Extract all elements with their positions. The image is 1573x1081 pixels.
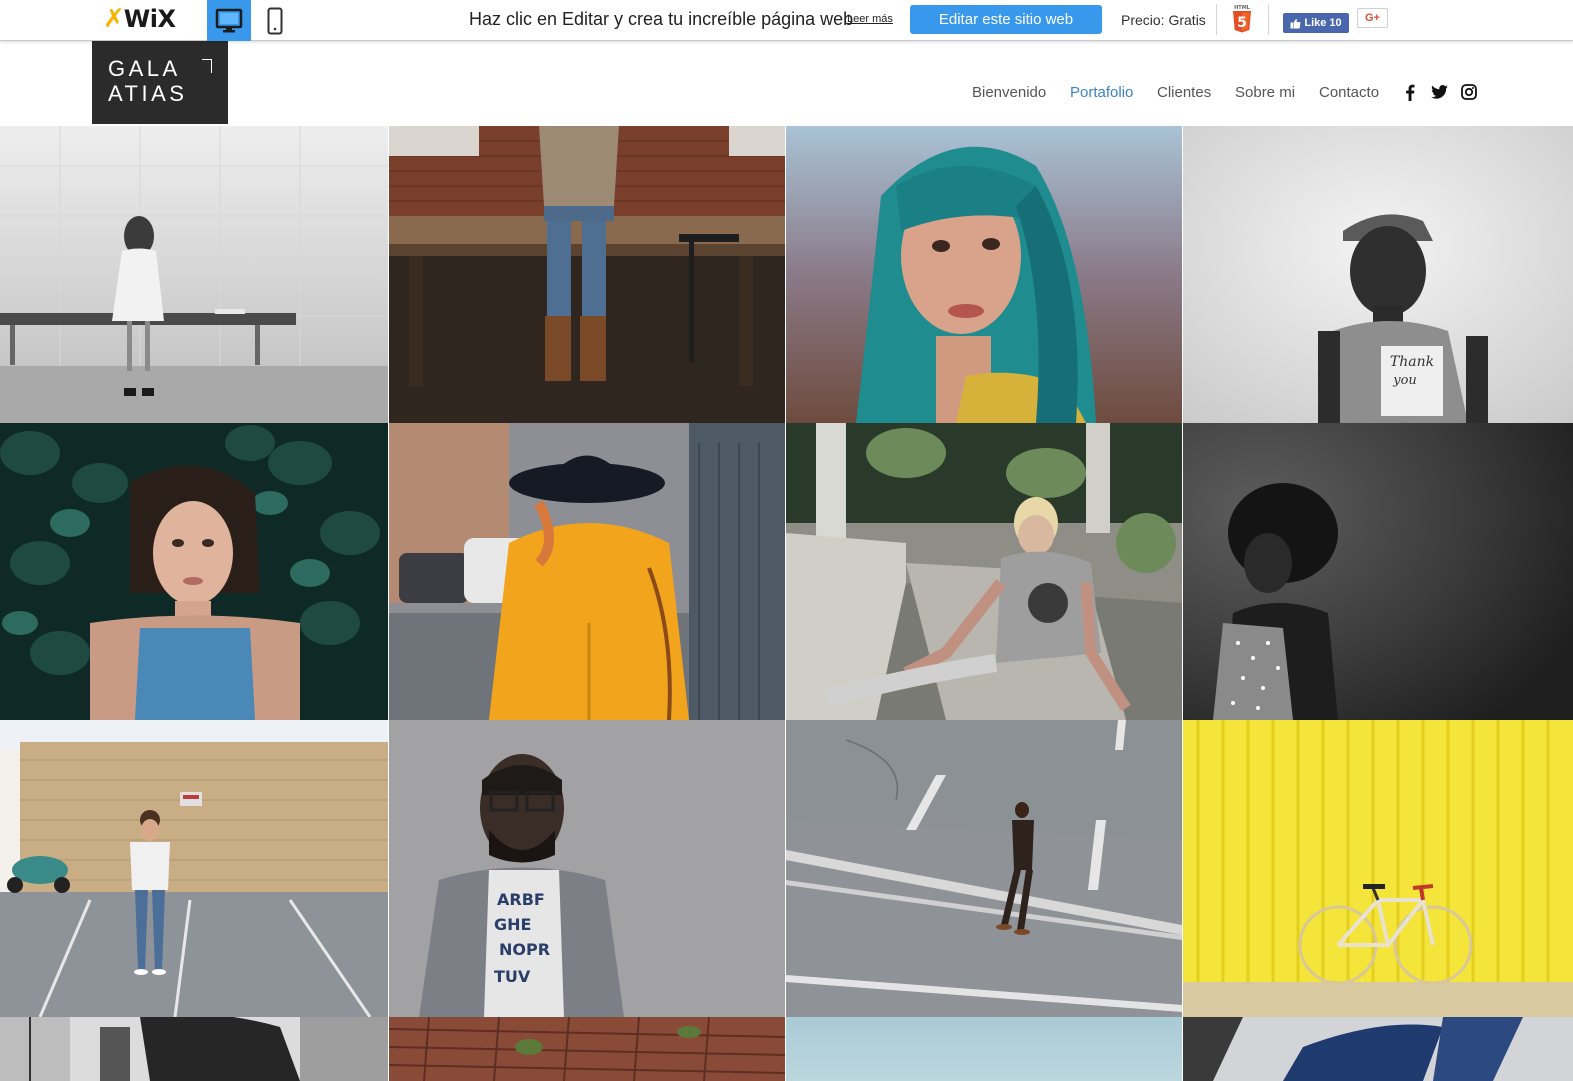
gallery-photo-boy-with-cap[interactable]: Thank you — [1183, 126, 1573, 423]
wix-logo-icon[interactable]: ✗ WiX — [103, 4, 176, 34]
gallery-photo-yellow-coat[interactable] — [389, 423, 785, 720]
svg-text:Thank: Thank — [1390, 354, 1434, 370]
nav-item-clientes[interactable]: Clientes — [1157, 84, 1211, 101]
google-plus-button[interactable]: G+ — [1357, 8, 1388, 28]
desktop-view-button[interactable] — [207, 0, 251, 41]
read-more-link[interactable]: Leer más — [847, 13, 893, 25]
desktop-icon — [215, 8, 243, 32]
facebook-like-button[interactable]: Like 10 — [1283, 13, 1349, 33]
svg-text:you: you — [1392, 373, 1417, 388]
twitter-icon[interactable] — [1430, 83, 1448, 101]
nav-item-sobre-mi[interactable]: Sobre mi — [1235, 84, 1295, 101]
svg-text:TUV: TUV — [494, 967, 531, 986]
nav-item-contacto[interactable]: Contacto — [1319, 84, 1379, 101]
gallery-photo-bicycle-yellow-wall[interactable] — [1183, 720, 1573, 1017]
wix-mark: ✗ — [103, 4, 125, 34]
gallery-photo-brick-pavement[interactable] — [389, 1017, 785, 1081]
instagram-icon[interactable] — [1460, 83, 1478, 101]
portfolio-gallery: Thank you ARBF GHE NOPR TUV — [0, 126, 1573, 1081]
gallery-photo-jeans[interactable] — [1183, 1017, 1573, 1081]
logo-bracket-icon — [202, 59, 212, 73]
svg-text:NOPR: NOPR — [499, 940, 550, 959]
facebook-icon[interactable] — [1401, 83, 1419, 101]
svg-text:ARBF: ARBF — [497, 890, 545, 909]
html5-icon: HTML 5 — [1233, 5, 1251, 33]
gallery-photo-person-on-table[interactable] — [389, 126, 785, 423]
mobile-icon — [267, 7, 283, 34]
gallery-photo-woman-in-leaves[interactable] — [0, 423, 388, 720]
promo-text: Haz clic en Editar y crea tu increíble p… — [469, 9, 854, 29]
gallery-photo-man-with-glasses[interactable]: ARBF GHE NOPR TUV — [389, 720, 785, 1017]
gallery-photo-tattooed-woman[interactable] — [786, 423, 1182, 720]
divider — [1268, 4, 1269, 35]
svg-text:HTML: HTML — [1234, 5, 1251, 11]
svg-text:GHE: GHE — [494, 915, 531, 934]
wix-promo-bar: ✗ WiX Haz clic en Editar y crea tu incre… — [0, 0, 1573, 41]
nav-item-bienvenido[interactable]: Bienvenido — [972, 84, 1046, 101]
gallery-photo-sky[interactable] — [786, 1017, 1182, 1081]
like-label: Like 10 — [1304, 17, 1342, 29]
gallery-photo-teal-hair-woman[interactable] — [786, 126, 1182, 423]
svg-text:5: 5 — [1237, 15, 1247, 31]
site-header: GALA ATIAS Bienvenido Portafolio Cliente… — [0, 41, 1573, 126]
nav-item-portafolio[interactable]: Portafolio — [1070, 84, 1133, 101]
gallery-photo-bw-street[interactable] — [0, 1017, 388, 1081]
gallery-photo-man-walking-road[interactable] — [786, 720, 1182, 1017]
mobile-view-button[interactable] — [253, 0, 297, 41]
gallery-photo-parking-lot[interactable] — [0, 720, 388, 1017]
logo-line-2: ATIAS — [108, 81, 188, 106]
site-logo[interactable]: GALA ATIAS — [92, 41, 228, 124]
wix-logo-text: WiX — [123, 5, 176, 33]
price-label: Precio: Gratis — [1121, 12, 1206, 28]
gallery-photo-woman-on-bench[interactable] — [0, 126, 388, 423]
divider — [1216, 4, 1217, 35]
edit-site-button[interactable]: Editar este sitio web — [910, 5, 1102, 34]
thumbs-up-icon — [1290, 18, 1301, 28]
gallery-photo-curly-hair-woman[interactable] — [1183, 423, 1573, 720]
